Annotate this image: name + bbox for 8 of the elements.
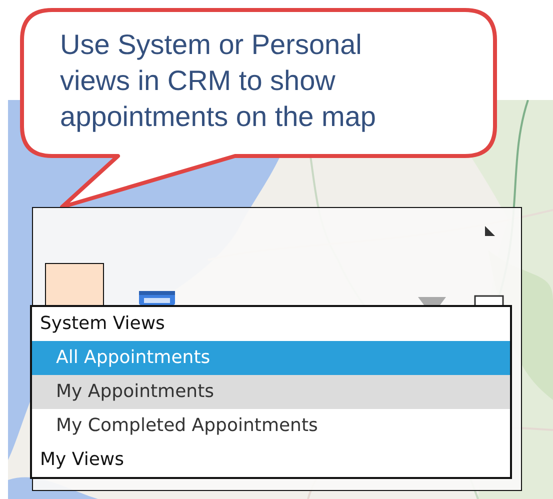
group-heading: System Views [39,312,166,336]
resize-icon[interactable] [484,225,496,237]
callout-text: Use System or Personal views in CRM to show appointments on the map [60,28,377,134]
view-option[interactable]: My Appointments [32,375,510,409]
color-swatch[interactable] [45,263,104,308]
calendar-icon[interactable] [138,289,176,305]
view-option[interactable]: My Completed Appointments [32,409,510,443]
group-heading: My Views [39,448,125,472]
